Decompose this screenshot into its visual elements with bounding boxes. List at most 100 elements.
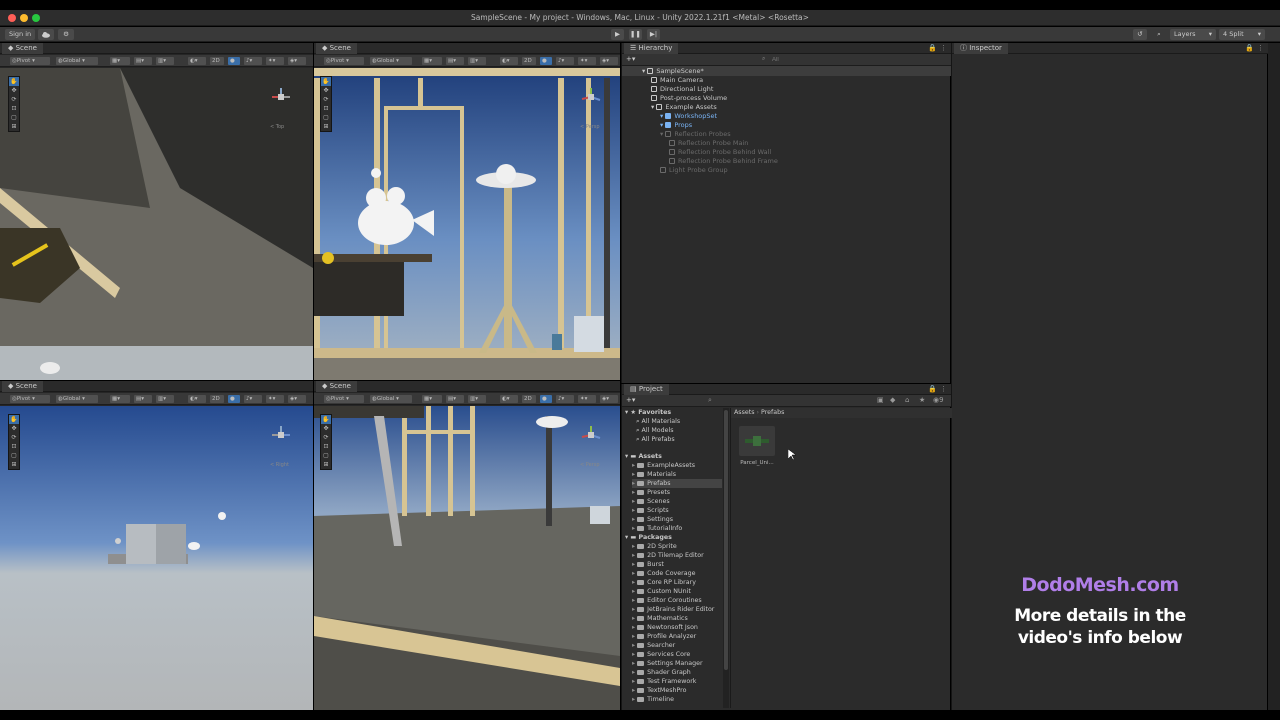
- folder-item[interactable]: ▸ Settings Manager: [632, 659, 722, 668]
- lighting-icon[interactable]: ●: [228, 395, 240, 403]
- hierarchy-item[interactable]: Reflection Probe Behind Wall: [622, 148, 771, 157]
- more-menu-icon[interactable]: ⋮: [940, 44, 947, 52]
- hierarchy-item[interactable]: Post-process Volume: [622, 94, 727, 103]
- effects-icon[interactable]: ✦▾: [578, 57, 596, 65]
- global-dropdown[interactable]: ◍Global ▾: [370, 395, 412, 403]
- grid-icon[interactable]: ▦▾: [110, 395, 130, 403]
- folder-item[interactable]: ▸ Prefabs: [632, 479, 722, 488]
- global-dropdown[interactable]: ◍Global ▾: [56, 57, 98, 65]
- scale-tool-icon[interactable]: ⊡: [9, 442, 19, 451]
- folder-item[interactable]: ▸ Code Coverage: [632, 569, 722, 578]
- hierarchy-item[interactable]: Light Probe Group: [622, 166, 728, 175]
- folder-item[interactable]: ▸ Burst: [632, 560, 722, 569]
- pivot-dropdown[interactable]: ◎Pivot ▾: [324, 395, 364, 403]
- tab-project[interactable]: ▤ Project: [624, 384, 669, 395]
- gizmos-icon[interactable]: ◈▾: [600, 395, 618, 403]
- scale-tool-icon[interactable]: ⊡: [321, 442, 331, 451]
- hand-tool-icon[interactable]: ✋: [9, 77, 19, 86]
- rect-tool-icon[interactable]: ▢: [321, 113, 331, 122]
- folder-item[interactable]: ▸ Scripts: [632, 506, 722, 515]
- folder-item[interactable]: ▸ TutorialInfo: [632, 524, 722, 533]
- hierarchy-item[interactable]: ▾ Reflection Probes: [622, 130, 731, 139]
- orientation-gizmo-4[interactable]: [580, 424, 602, 446]
- increment-icon[interactable]: ▥▾: [156, 57, 174, 65]
- add-icon[interactable]: +▾: [626, 55, 635, 63]
- effects-icon[interactable]: ✦▾: [578, 395, 596, 403]
- gizmos-icon[interactable]: ◈▾: [288, 395, 306, 403]
- audio-icon[interactable]: ♪▾: [244, 57, 262, 65]
- hidden-packages-icon[interactable]: ◉9: [933, 396, 944, 404]
- tag-icon[interactable]: ⌂: [905, 396, 909, 404]
- mode-2d-button[interactable]: 2D: [210, 395, 224, 403]
- folder-item[interactable]: ▸ Services Core: [632, 650, 722, 659]
- snap-icon[interactable]: ▤▾: [446, 395, 464, 403]
- tab-scene-4[interactable]: ◆ Scene: [316, 381, 357, 392]
- shading-icon[interactable]: ◐▾: [500, 57, 518, 65]
- folder-item[interactable]: ▸ Materials: [632, 470, 722, 479]
- folder-item[interactable]: ▸ Editor Coroutines: [632, 596, 722, 605]
- folder-item[interactable]: ▸ 2D Sprite: [632, 542, 722, 551]
- increment-icon[interactable]: ▥▾: [468, 395, 486, 403]
- hierarchy-item[interactable]: Reflection Probe Behind Frame: [622, 157, 778, 166]
- lock-icon[interactable]: 🔒: [928, 44, 937, 52]
- hand-tool-icon[interactable]: ✋: [321, 415, 331, 424]
- effects-icon[interactable]: ✦▾: [266, 57, 284, 65]
- step-button[interactable]: ▶|: [647, 29, 660, 40]
- move-tool-icon[interactable]: ✥: [321, 424, 331, 433]
- audio-icon[interactable]: ♪▾: [556, 395, 574, 403]
- folder-item[interactable]: ▸ Presets: [632, 488, 722, 497]
- scale-tool-icon[interactable]: ⊡: [321, 104, 331, 113]
- orientation-gizmo-1[interactable]: [270, 86, 292, 108]
- tab-scene-3[interactable]: ◆ Scene: [2, 381, 43, 392]
- add-icon[interactable]: +▾: [626, 396, 635, 404]
- global-dropdown[interactable]: ◍Global ▾: [370, 57, 412, 65]
- folder-item[interactable]: ▸ TextMeshPro: [632, 686, 722, 695]
- mode-2d-button[interactable]: 2D: [210, 57, 224, 65]
- hierarchy-item[interactable]: ▾ Example Assets: [622, 103, 717, 112]
- search-icon[interactable]: ⌕: [708, 396, 712, 405]
- transform-tool-icon[interactable]: ⊞: [321, 122, 331, 131]
- folder-item[interactable]: ▸ Timeline: [632, 695, 722, 704]
- pivot-dropdown[interactable]: ◎Pivot ▾: [10, 57, 50, 65]
- lock-icon[interactable]: 🔒: [1245, 44, 1254, 52]
- folder-item[interactable]: ▸ Core RP Library: [632, 578, 722, 587]
- collab-icon[interactable]: ⚙: [58, 29, 74, 40]
- rotate-tool-icon[interactable]: ⟳: [321, 95, 331, 104]
- rotate-tool-icon[interactable]: ⟳: [9, 433, 19, 442]
- breadcrumb-assets[interactable]: Assets: [734, 409, 755, 416]
- move-tool-icon[interactable]: ✥: [9, 424, 19, 433]
- folder-item[interactable]: ▸ JetBrains Rider Editor: [632, 605, 722, 614]
- favorite-item[interactable]: ⌕ All Models: [636, 426, 722, 435]
- folder-item[interactable]: ▸ Profile Analyzer: [632, 632, 722, 641]
- folder-item[interactable]: ▸ Scenes: [632, 497, 722, 506]
- tab-scene-1[interactable]: ◆ Scene: [2, 43, 43, 54]
- mode-2d-button[interactable]: 2D: [522, 395, 536, 403]
- lighting-icon[interactable]: ●: [540, 395, 552, 403]
- tab-scene-2[interactable]: ◆ Scene: [316, 43, 357, 54]
- layers-dropdown[interactable]: Layers ▾: [1170, 29, 1216, 40]
- breadcrumb-prefabs[interactable]: Prefabs: [761, 409, 784, 416]
- audio-icon[interactable]: ♪▾: [556, 57, 574, 65]
- transform-tool-icon[interactable]: ⊞: [321, 460, 331, 469]
- sign-in-button[interactable]: Sign in: [5, 29, 36, 40]
- tree-scrollbar[interactable]: [723, 408, 729, 708]
- favorite-star-icon[interactable]: ★: [919, 396, 925, 404]
- lighting-icon[interactable]: ●: [228, 57, 240, 65]
- viewport-4[interactable]: < Persp: [314, 406, 620, 710]
- gizmos-icon[interactable]: ◈▾: [288, 57, 306, 65]
- favorite-item[interactable]: ⌕ All Materials: [636, 417, 722, 426]
- lock-icon[interactable]: 🔒: [928, 385, 937, 393]
- gizmos-icon[interactable]: ◈▾: [600, 57, 618, 65]
- viewport-2[interactable]: < Persp: [314, 68, 620, 380]
- pause-button[interactable]: ❚❚: [629, 29, 642, 40]
- asset-thumbnail-item[interactable]: Parcel_Uni...: [739, 426, 775, 472]
- shading-icon[interactable]: ◐▾: [188, 57, 206, 65]
- snap-icon[interactable]: ▤▾: [446, 57, 464, 65]
- hierarchy-item[interactable]: Reflection Probe Main: [622, 139, 748, 148]
- grid-icon[interactable]: ▦▾: [422, 395, 442, 403]
- shading-icon[interactable]: ◐▾: [188, 395, 206, 403]
- more-menu-icon[interactable]: ⋮: [940, 385, 947, 393]
- history-icon[interactable]: ↺: [1133, 29, 1147, 40]
- filter-type-icon[interactable]: ▣: [877, 396, 884, 404]
- grid-icon[interactable]: ▦▾: [110, 57, 130, 65]
